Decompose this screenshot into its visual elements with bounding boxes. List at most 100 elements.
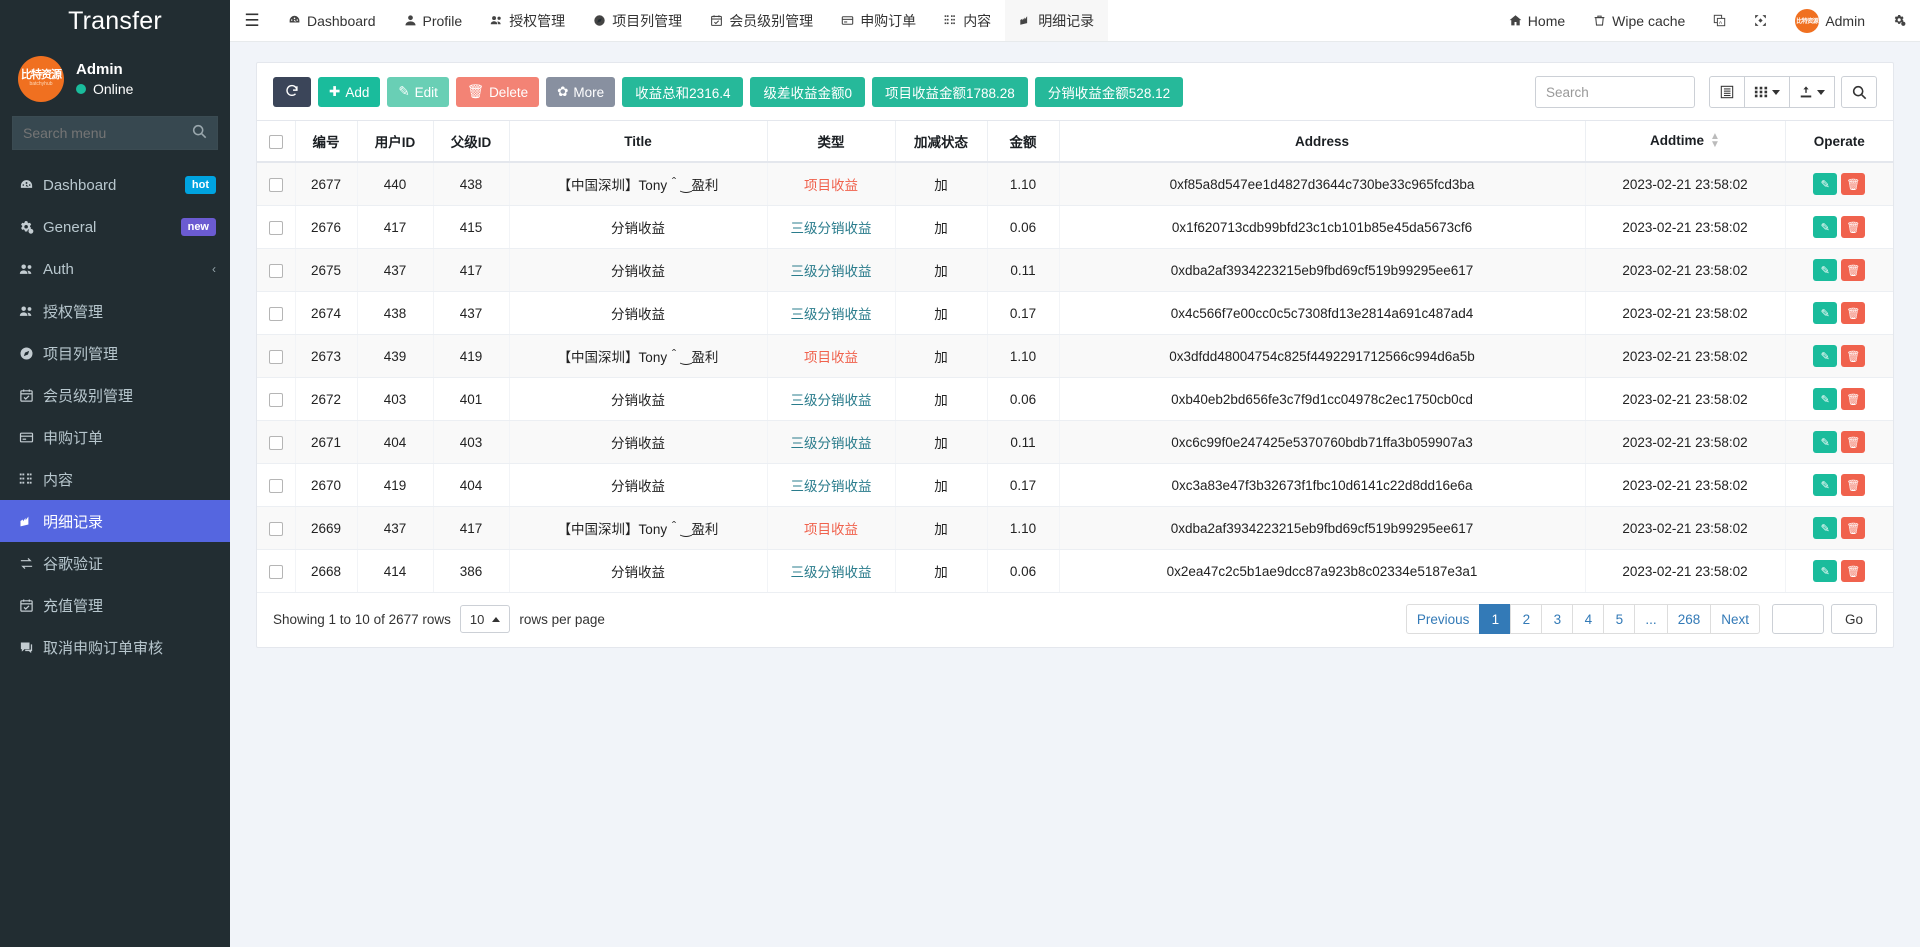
sidebar-item-4[interactable]: 项目列管理 (0, 332, 230, 374)
rows-per-page-select[interactable]: 10 (459, 605, 511, 633)
row-delete-button[interactable]: 🗑 (1841, 259, 1866, 281)
stat-distribution-income-button[interactable]: 分销收益金额528.12 (1034, 77, 1184, 107)
row-edit-button[interactable]: ✎ (1813, 259, 1838, 281)
row-checkbox-cell[interactable] (257, 248, 295, 292)
th-id[interactable]: 编号 (294, 120, 357, 163)
go-button[interactable]: Go (1830, 604, 1877, 634)
th-parentid[interactable]: 父级ID (432, 120, 509, 163)
cell-operate[interactable]: ✎ 🗑 (1784, 506, 1893, 550)
stat-total-income-button[interactable]: 收益总和2316.4 (622, 77, 744, 107)
nav-right-item-language-icon[interactable]: A (1699, 0, 1740, 41)
th-select-all[interactable] (257, 120, 295, 163)
hamburger-icon[interactable]: ☰ (230, 0, 274, 41)
sort-icon[interactable]: ▲ ▼ (1710, 132, 1720, 150)
row-checkbox[interactable] (268, 392, 283, 407)
cell-operate[interactable]: ✎ 🗑 (1784, 420, 1893, 464)
th-userid[interactable]: 用户ID (356, 120, 433, 163)
row-checkbox-cell[interactable] (257, 463, 295, 507)
row-checkbox-cell[interactable] (257, 377, 295, 421)
export-icon[interactable] (1789, 76, 1835, 108)
sidebar-item-6[interactable]: 申购订单 (0, 416, 230, 458)
menu-search-input[interactable] (13, 117, 193, 149)
cell-operate[interactable]: ✎ 🗑 (1784, 248, 1893, 292)
row-checkbox[interactable] (268, 306, 283, 321)
row-checkbox[interactable] (268, 435, 283, 450)
sidebar-item-7[interactable]: 内容 (0, 458, 230, 500)
add-button[interactable]: ✚ Add (318, 77, 381, 107)
sidebar-item-1[interactable]: General new (0, 206, 230, 248)
page-button-dotdotdot[interactable]: ... (1634, 604, 1668, 634)
sidebar-item-2[interactable]: Auth ‹ (0, 248, 230, 290)
table-row[interactable]: 2671 404 403 分销收益 三级分销收益加 0.11 0xc6c99f0e24742… (257, 420, 1893, 464)
sidebar-item-9[interactable]: 谷歌验证 (0, 542, 230, 584)
stat-level-diff-button[interactable]: 级差收益金额0 (750, 77, 865, 107)
row-checkbox-cell[interactable] (257, 420, 295, 464)
cell-operate[interactable]: ✎ 🗑 (1784, 334, 1893, 378)
page-button-2[interactable]: 2 (1510, 604, 1543, 634)
row-checkbox-cell[interactable] (257, 162, 295, 206)
nav-item-dashboard[interactable]: Dashboard (274, 0, 390, 41)
row-delete-button[interactable]: 🗑 (1841, 474, 1866, 496)
stat-project-income-button[interactable]: 项目收益金额1788.28 (871, 77, 1028, 107)
page-button-268[interactable]: 268 (1666, 604, 1712, 634)
row-edit-button[interactable]: ✎ (1813, 216, 1838, 238)
sidebar-item-3[interactable]: 授权管理 (0, 290, 230, 332)
sidebar-item-10[interactable]: 充值管理 (0, 584, 230, 626)
row-delete-button[interactable]: 🗑 (1841, 216, 1866, 238)
table-row[interactable]: 2668 414 386 分销收益 三级分销收益加 0.06 0x2ea47c2c5b1ae… (257, 549, 1893, 593)
nav-right-item-fullscreen-icon[interactable] (1740, 0, 1781, 41)
page-button-previous[interactable]: Previous (1405, 604, 1481, 634)
sidebar-item-0[interactable]: Dashboard hot (0, 164, 230, 206)
chevron-left-icon[interactable]: ‹ (212, 262, 216, 276)
row-edit-button[interactable]: ✎ (1813, 560, 1838, 582)
row-delete-button[interactable]: 🗑 (1841, 388, 1866, 410)
goto-page-input[interactable] (1771, 604, 1824, 634)
row-delete-button[interactable]: 🗑 (1841, 302, 1866, 324)
search-submit-icon[interactable] (1841, 76, 1877, 108)
nav-item-内容[interactable]: 内容 (930, 0, 1005, 41)
page-button-1[interactable]: 1 (1479, 604, 1512, 634)
th-address[interactable]: Address (1058, 120, 1585, 163)
row-checkbox[interactable] (268, 220, 283, 235)
search-icon[interactable] (192, 124, 207, 144)
nav-item-明细记录[interactable]: 明细记录 (1005, 0, 1109, 41)
columns-icon[interactable] (1709, 76, 1745, 108)
row-edit-button[interactable]: ✎ (1813, 345, 1838, 367)
row-delete-button[interactable]: 🗑 (1841, 431, 1866, 453)
menu-search[interactable] (12, 116, 218, 150)
row-checkbox-cell[interactable] (257, 291, 295, 335)
brand-title[interactable]: Transfer (0, 0, 230, 42)
row-checkbox-cell[interactable] (257, 549, 295, 593)
nav-item-profile[interactable]: Profile (390, 0, 477, 41)
row-edit-button[interactable]: ✎ (1813, 302, 1838, 324)
avatar[interactable]: 比特资源 batchyhub (18, 56, 64, 102)
table-row[interactable]: 2672 403 401 分销收益 三级分销收益加 0.06 0xb40eb2bd656fe… (257, 377, 1893, 421)
row-delete-button[interactable]: 🗑 (1841, 517, 1866, 539)
table-row[interactable]: 2676 417 415 分销收益 三级分销收益加 0.06 0x1f620713cdb99… (257, 205, 1893, 249)
row-checkbox[interactable] (268, 263, 283, 278)
table-row[interactable]: 2673 439 419 【中国深圳】Tony＾‿盈利 项目收益加 1.10 0x3dfdd… (257, 334, 1893, 378)
grid-toggle-icon[interactable] (1744, 76, 1790, 108)
th-type[interactable]: 类型 (766, 120, 895, 163)
page-button-4[interactable]: 4 (1572, 604, 1605, 634)
page-button-next[interactable]: Next (1710, 604, 1760, 634)
nav-right-item-home[interactable]: Home (1495, 0, 1579, 41)
delete-button[interactable]: 🗑 Delete (455, 77, 540, 107)
sidebar-item-11[interactable]: 取消申购订单审核 (0, 626, 230, 668)
row-checkbox[interactable] (268, 521, 283, 536)
select-all-checkbox[interactable] (268, 134, 283, 149)
nav-item-会员级别管理[interactable]: 会员级别管理 (696, 0, 827, 41)
cell-operate[interactable]: ✎ 🗑 (1784, 162, 1893, 206)
row-delete-button[interactable]: 🗑 (1841, 173, 1866, 195)
row-edit-button[interactable]: ✎ (1813, 517, 1838, 539)
nav-item-授权管理[interactable]: 授权管理 (476, 0, 579, 41)
table-row[interactable]: 2677 440 438 【中国深圳】Tony＾‿盈利 项目收益加 1.10 0xf85a8… (257, 162, 1893, 206)
th-operate[interactable]: Operate (1784, 120, 1893, 163)
cell-operate[interactable]: ✎ 🗑 (1784, 377, 1893, 421)
table-row[interactable]: 2669 437 417 【中国深圳】Tony＾‿盈利 项目收益加 1.10 0xdba2a… (257, 506, 1893, 550)
table-row[interactable]: 2675 437 417 分销收益 三级分销收益加 0.11 0xdba2af3934223… (257, 248, 1893, 292)
nav-right-item-wipe-cache[interactable]: Wipe cache (1579, 0, 1699, 41)
cell-operate[interactable]: ✎ 🗑 (1784, 291, 1893, 335)
refresh-button[interactable] (273, 77, 311, 107)
row-edit-button[interactable]: ✎ (1813, 431, 1838, 453)
